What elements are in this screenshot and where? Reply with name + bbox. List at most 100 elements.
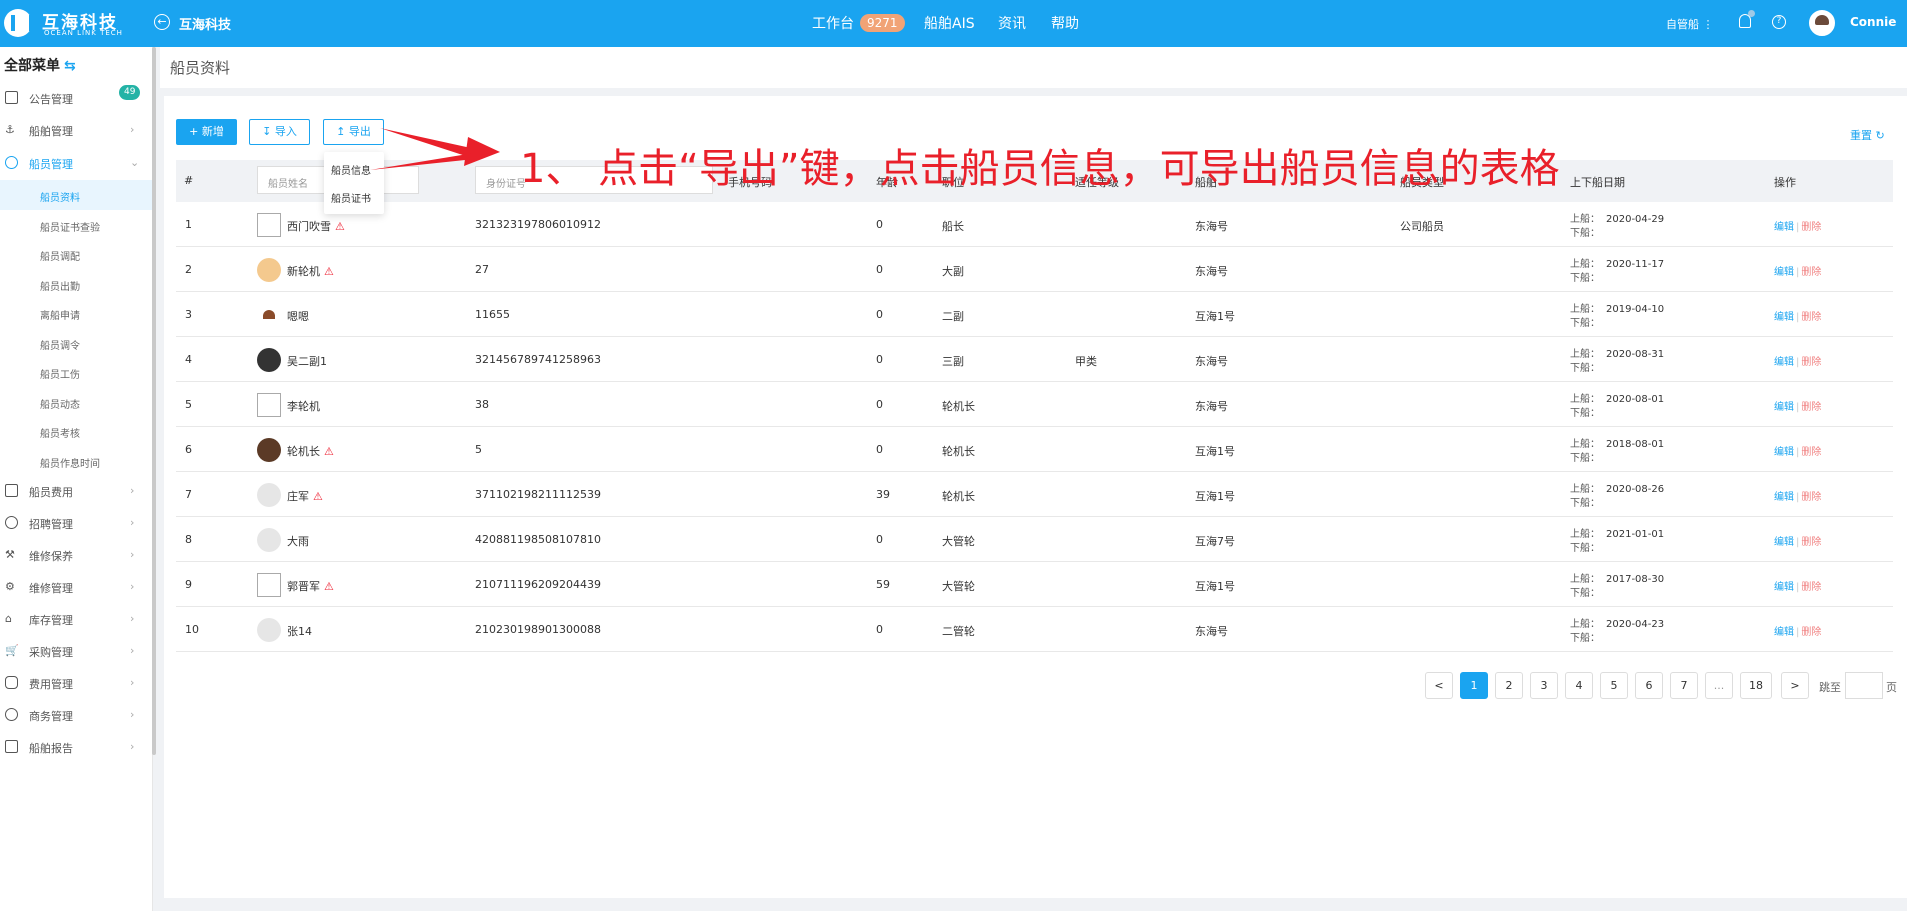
crew-name-cell[interactable]: 吴二副1	[287, 353, 327, 369]
page-6[interactable]: 6	[1635, 672, 1663, 699]
page-ellipsis[interactable]: ...	[1705, 672, 1733, 699]
off-label: 下船：	[1570, 273, 1600, 284]
page-18[interactable]: 18	[1740, 672, 1772, 699]
crew-name-cell[interactable]: 郭晋军 ⚠	[287, 578, 334, 594]
export-button[interactable]: ↥ 导出	[323, 119, 384, 145]
crew-name-cell[interactable]: 李轮机	[287, 398, 320, 414]
crew-name-cell[interactable]: 轮机长 ⚠	[287, 443, 334, 459]
sidebar-sub-crew-allocation[interactable]: 船员调配	[0, 239, 153, 269]
edit-link[interactable]: 编辑	[1774, 357, 1794, 368]
prev-page-button[interactable]: <	[1425, 672, 1453, 699]
reset-button[interactable]: 重置 ↻	[1850, 127, 1885, 143]
edit-link[interactable]: 编辑	[1774, 492, 1794, 503]
edit-link[interactable]: 编辑	[1774, 627, 1794, 638]
delete-link[interactable]: 删除	[1801, 537, 1821, 548]
crew-name-cell[interactable]: 嗯嗯	[287, 308, 309, 324]
crew-avatar	[257, 213, 281, 237]
add-button[interactable]: + 新增	[176, 119, 237, 145]
edit-link[interactable]: 编辑	[1774, 267, 1794, 278]
help-icon[interactable]: ?	[1772, 15, 1786, 29]
user-avatar[interactable]	[1809, 10, 1835, 36]
sidebar-item-crew-expenses[interactable]: 船员费用 ›	[0, 476, 153, 506]
delete-link[interactable]: 删除	[1801, 357, 1821, 368]
on-date: 2019-04-10	[1606, 304, 1665, 315]
sidebar-item-reports[interactable]: 船舶报告 ›	[0, 732, 153, 762]
sidebar-title[interactable]: 全部菜单 ⇆	[4, 55, 76, 75]
user-name[interactable]: Connie	[1850, 15, 1896, 29]
nav-news[interactable]: 资讯	[998, 13, 1026, 33]
jump-page-input[interactable]	[1845, 672, 1883, 699]
post: 船长	[942, 220, 964, 233]
sidebar-sub-rest-hours[interactable]: 船员作息时间	[0, 446, 153, 476]
sidebar-item-purchase[interactable]: 🛒 采购管理 ›	[0, 636, 153, 666]
swap-icon[interactable]: ⇆	[64, 58, 76, 74]
edit-link[interactable]: 编辑	[1774, 402, 1794, 413]
sidebar-item-business[interactable]: 商务管理 ›	[0, 700, 153, 730]
post: 轮机长	[942, 445, 975, 458]
tool-icon: ⚙	[5, 580, 15, 593]
post: 大管轮	[942, 580, 975, 593]
edit-link[interactable]: 编辑	[1774, 312, 1794, 323]
page-1[interactable]: 1	[1460, 672, 1488, 699]
delete-link[interactable]: 删除	[1801, 492, 1821, 503]
back-circle-icon[interactable]: ←	[154, 14, 170, 30]
sidebar-sub-crew-status[interactable]: 船员动态	[0, 387, 153, 417]
sidebar-item-announcements[interactable]: 公告管理 49	[0, 83, 153, 113]
table-row: 2 新轮机 ⚠ 27 0 大副 东海号 上船： 2020-11-17 下船： 编辑 |…	[176, 247, 1893, 292]
post: 二管轮	[942, 625, 975, 638]
age: 0	[876, 218, 883, 231]
edit-link[interactable]: 编辑	[1774, 222, 1794, 233]
role-selector[interactable]: 自管船 ⋮	[1666, 16, 1714, 32]
delete-link[interactable]: 删除	[1801, 222, 1821, 233]
page-7[interactable]: 7	[1670, 672, 1698, 699]
crew-name-cell[interactable]: 庄军 ⚠	[287, 488, 323, 504]
nav-ais[interactable]: 船舶AIS	[924, 13, 975, 33]
edit-link[interactable]: 编辑	[1774, 537, 1794, 548]
sidebar-sub-attendance[interactable]: 船员出勤	[0, 269, 153, 299]
crew-name-cell[interactable]: 张14	[287, 623, 312, 639]
sidebar-sub-leave-request[interactable]: 离船申请	[0, 298, 153, 328]
row-index: 1	[185, 218, 192, 231]
crew-name-cell[interactable]: 西门吹雪 ⚠	[287, 218, 345, 234]
export-crew-certs[interactable]: 船员证书	[331, 190, 371, 205]
delete-link[interactable]: 删除	[1801, 402, 1821, 413]
embark-line: 上船： 2018-08-01	[1570, 435, 1664, 450]
page-4[interactable]: 4	[1565, 672, 1593, 699]
delete-link[interactable]: 删除	[1801, 627, 1821, 638]
page-2[interactable]: 2	[1495, 672, 1523, 699]
chevron-right-icon: ›	[130, 580, 135, 593]
sidebar-item-inventory[interactable]: ⌂ 库存管理 ›	[0, 604, 153, 634]
delete-link[interactable]: 删除	[1801, 582, 1821, 593]
sidebar-item-repair[interactable]: ⚙ 维修管理 ›	[0, 572, 153, 602]
page-5[interactable]: 5	[1600, 672, 1628, 699]
import-button[interactable]: ↧ 导入	[249, 119, 310, 145]
sidebar-sub-crew-profile[interactable]: 船员资料	[0, 180, 153, 210]
delete-link[interactable]: 删除	[1801, 312, 1821, 323]
page-3[interactable]: 3	[1530, 672, 1558, 699]
edit-link[interactable]: 编辑	[1774, 582, 1794, 593]
table-row: 7 庄军 ⚠ 371102198211112539 39 轮机长 互海1号 上船：…	[176, 472, 1893, 517]
sidebar-sub-assessment[interactable]: 船员考核	[0, 416, 153, 446]
crew-name-cell[interactable]: 新轮机 ⚠	[287, 263, 334, 279]
sidebar-item-crew[interactable]: 船员管理 ⌄	[0, 148, 153, 178]
sidebar-sub-cert-check[interactable]: 船员证书查验	[0, 210, 153, 240]
col-date[interactable]: 上下船日期	[1570, 174, 1625, 190]
sidebar-item-maintenance[interactable]: ⚒ 维修保养 ›	[0, 540, 153, 570]
sidebar-item-recruitment[interactable]: 招聘管理 ›	[0, 508, 153, 538]
next-page-button[interactable]: >	[1781, 672, 1809, 699]
sidebar-item-ships[interactable]: ⚓ 船舶管理 ›	[0, 115, 153, 145]
delete-link[interactable]: 删除	[1801, 447, 1821, 458]
sidebar-item-label: 公告管理	[29, 93, 73, 106]
nav-help[interactable]: 帮助	[1051, 13, 1079, 33]
logo[interactable]: 互海科技 OCEAN LINK TECH	[4, 6, 124, 40]
edit-link[interactable]: 编辑	[1774, 447, 1794, 458]
delete-link[interactable]: 删除	[1801, 267, 1821, 278]
sidebar-sub-injury[interactable]: 船员工伤	[0, 357, 153, 387]
sidebar-sub-transfer-order[interactable]: 船员调令	[0, 328, 153, 358]
row-actions: 编辑 | 删除	[1774, 398, 1821, 413]
export-crew-info[interactable]: 船员信息	[331, 162, 371, 177]
sidebar-item-costs[interactable]: 费用管理 ›	[0, 668, 153, 698]
nav-workbench[interactable]: 工作台	[812, 13, 854, 33]
crew-name-cell[interactable]: 大雨	[287, 533, 309, 549]
sidebar-scrollbar[interactable]	[152, 47, 156, 755]
